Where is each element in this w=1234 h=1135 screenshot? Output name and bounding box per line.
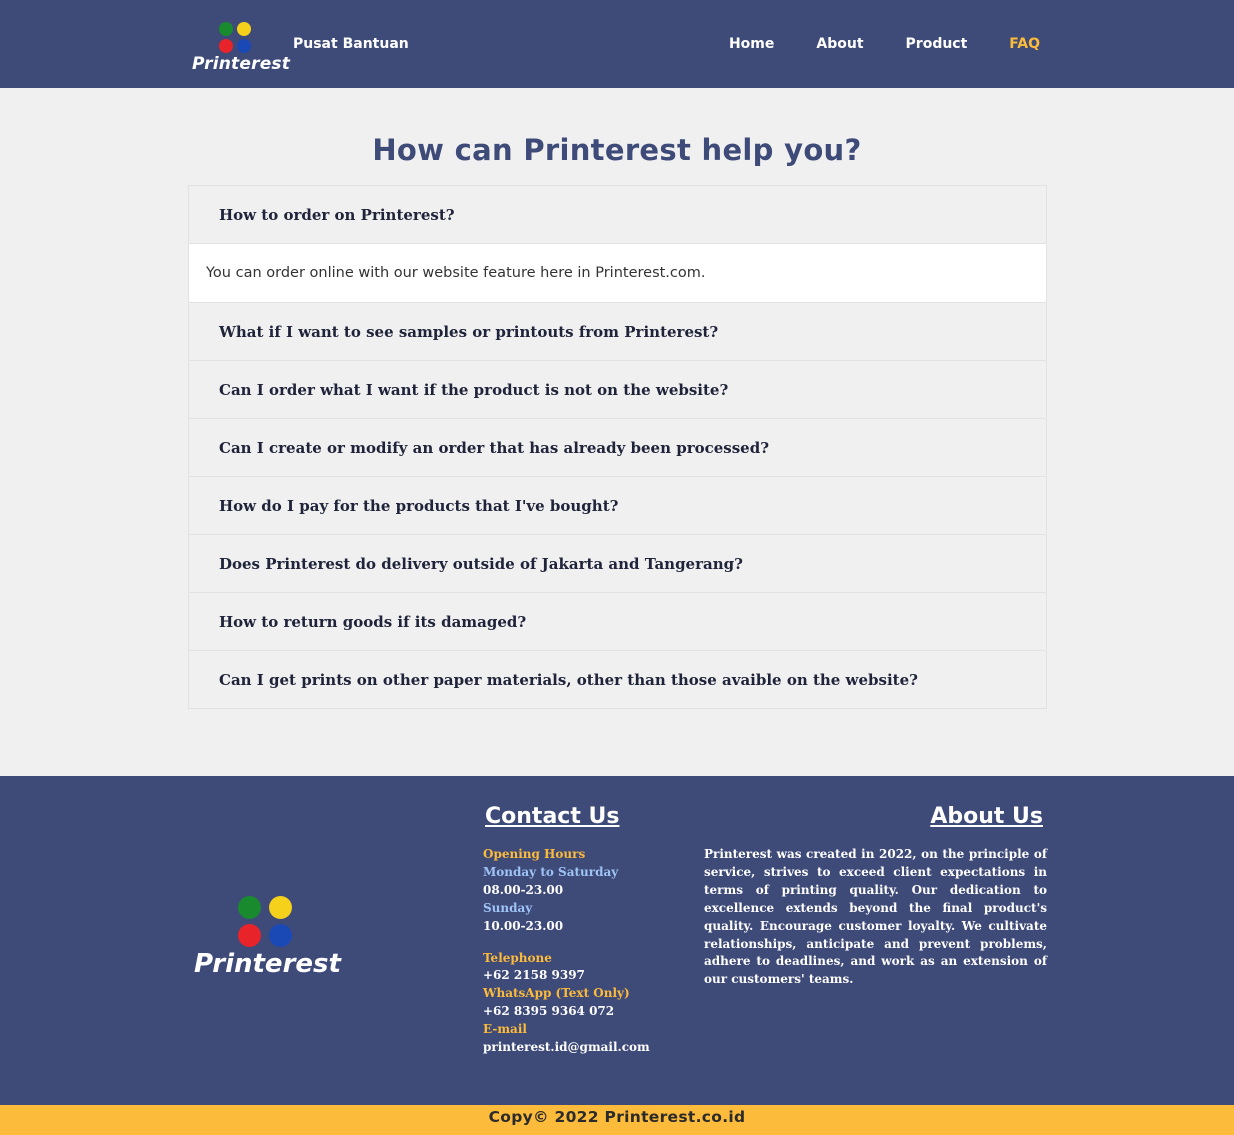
faq-question[interactable]: Can I order what I want if the product i… [189, 361, 1046, 418]
site-footer: Printerest Contact Us Opening Hours Mond… [0, 776, 1234, 1105]
nav-product[interactable]: Product [906, 36, 968, 52]
opening-hours-label: Opening Hours [483, 847, 586, 861]
faq-question[interactable]: Can I create or modify an order that has… [189, 419, 1046, 476]
nav-about[interactable]: About [816, 36, 863, 52]
faq-item: How to return goods if its damaged? [188, 593, 1047, 651]
faq-item: Can I order what I want if the product i… [188, 361, 1047, 419]
copyright-bar: Copy© 2022 Printerest.co.id [0, 1105, 1234, 1135]
faq-answer: You can order online with our website fe… [189, 243, 1046, 302]
footer-logo: Printerest [194, 894, 341, 984]
blue-dot-icon [269, 924, 292, 947]
faq-item: What if I want to see samples or printou… [188, 303, 1047, 361]
brand-subtitle: Pusat Bantuan [293, 36, 409, 52]
red-dot-icon [219, 39, 233, 53]
green-dot-icon [238, 896, 261, 919]
email-value: printerest.id@gmail.com [483, 1040, 650, 1055]
footer-logo-text: Printerest [194, 949, 341, 979]
faq-item: Does Printerest do delivery outside of J… [188, 535, 1047, 593]
main-nav: Home About Product FAQ [687, 36, 1040, 52]
faq-question[interactable]: Can I get prints on other paper material… [189, 651, 1046, 708]
telephone-label: Telephone [483, 950, 552, 965]
faq-question[interactable]: How do I pay for the products that I've … [189, 477, 1046, 534]
weekday-label: Monday to Saturday [483, 864, 619, 879]
logo-text: Printerest [192, 54, 291, 74]
about-us-text: Printerest was created in 2022, on the p… [704, 847, 1047, 987]
green-dot-icon [219, 22, 233, 36]
yellow-dot-icon [269, 896, 292, 919]
whatsapp-value: +62 8395 9364 072 [483, 1004, 615, 1019]
faq-item: How to order on Printerest? You can orde… [188, 185, 1047, 303]
yellow-dot-icon [237, 22, 251, 36]
page-title: How can Printerest help you? [372, 133, 862, 167]
email-label: E-mail [483, 1022, 527, 1037]
whatsapp-label: WhatsApp (Text Only) [483, 986, 630, 1001]
faq-question[interactable]: Does Printerest do delivery outside of J… [189, 535, 1046, 592]
telephone-value: +62 2158 9397 [483, 968, 585, 983]
printerest-logo[interactable]: Printerest [192, 20, 290, 76]
faq-item: How do I pay for the products that I've … [188, 477, 1047, 535]
faq-item: Can I create or modify an order that has… [188, 419, 1047, 477]
blue-dot-icon [237, 39, 251, 53]
red-dot-icon [238, 924, 261, 947]
sunday-label: Sunday [483, 900, 533, 915]
faq-question[interactable]: How to return goods if its damaged? [189, 593, 1046, 650]
site-header: Printerest Pusat Bantuan Home About Prod… [0, 0, 1234, 88]
sunday-hours: 10.00-23.00 [483, 918, 564, 933]
nav-faq[interactable]: FAQ [1009, 36, 1040, 52]
faq-accordion: How to order on Printerest? You can orde… [188, 185, 1047, 709]
faq-question[interactable]: What if I want to see samples or printou… [189, 303, 1046, 360]
faq-question[interactable]: How to order on Printerest? [189, 186, 1046, 243]
about-us-heading: About Us [930, 804, 1043, 829]
contact-us-heading: Contact Us [485, 804, 620, 829]
faq-item: Can I get prints on other paper material… [188, 651, 1047, 709]
contact-info: Opening Hours Monday to Saturday 08.00-2… [483, 846, 683, 1057]
nav-home[interactable]: Home [729, 36, 774, 52]
weekday-hours: 08.00-23.00 [483, 882, 564, 897]
